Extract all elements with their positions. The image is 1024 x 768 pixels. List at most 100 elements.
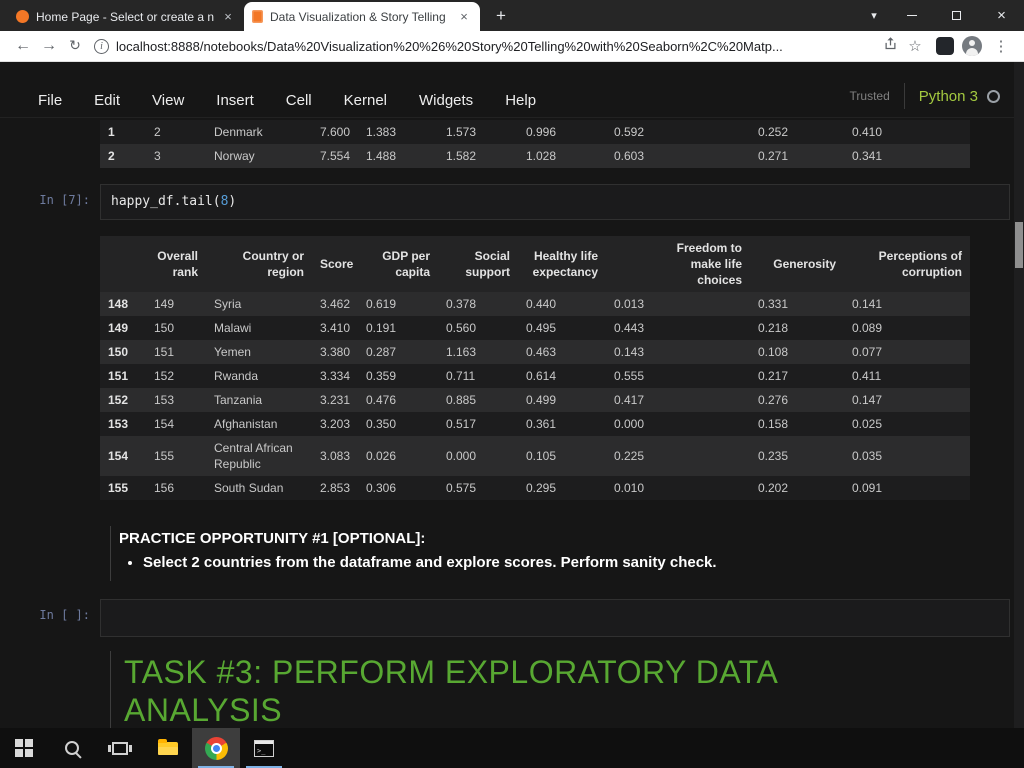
folder-icon xyxy=(158,738,178,755)
table-cell: 151 xyxy=(154,345,175,359)
table-cell: 154 xyxy=(154,417,175,431)
table-cell: 1.163 xyxy=(446,345,477,359)
start-button[interactable] xyxy=(0,728,48,768)
menu-kernel[interactable]: Kernel xyxy=(344,92,387,109)
table-cell: 2.853 xyxy=(320,481,351,495)
table-cell: 0.996 xyxy=(526,125,557,139)
new-tab-button[interactable] xyxy=(488,3,514,29)
reload-icon[interactable] xyxy=(62,37,88,55)
menu-view[interactable]: View xyxy=(152,92,184,109)
menu-help[interactable]: Help xyxy=(505,92,536,109)
output-area: Overall rank Country or region Score GDP pe… xyxy=(100,236,1024,500)
table-cell: 1.028 xyxy=(526,149,557,163)
table-row: 153 154 Afghanistan 3.203 0.350 0.517 0.361 0.0… xyxy=(100,412,970,436)
terminal-button[interactable] xyxy=(240,728,288,768)
table-cell: 0.108 xyxy=(758,345,789,359)
table-row: 150 151 Yemen 3.380 0.287 1.163 0.463 0.143 0.10… xyxy=(100,340,970,364)
table-header-label: Social support xyxy=(465,249,510,279)
browser-tab-home[interactable]: Home Page - Select or create a n xyxy=(8,2,244,31)
table-cell: Rwanda xyxy=(214,369,259,383)
scrollbar-thumb[interactable] xyxy=(1015,222,1023,268)
browser-menu-icon[interactable] xyxy=(988,37,1014,55)
table-cell: 0.089 xyxy=(852,321,883,335)
table-header-cell: Perceptions of corruption xyxy=(844,236,970,292)
table-cell: 0.417 xyxy=(614,393,645,407)
table-cell: 0.235 xyxy=(758,449,789,463)
tab-title: Home Page - Select or create a n xyxy=(36,9,215,24)
table-cell: 0.410 xyxy=(852,125,883,139)
page-info-icon[interactable] xyxy=(94,38,109,54)
table-index-cell: 149 xyxy=(108,321,129,335)
table-cell: 3.462 xyxy=(320,297,351,311)
menu-file[interactable]: File xyxy=(38,92,62,109)
desktop: Home Page - Select or create a n Data Vi… xyxy=(0,0,1024,768)
file-explorer-button[interactable] xyxy=(144,728,192,768)
table-cell: 1.573 xyxy=(446,125,477,139)
table-cell: 3.334 xyxy=(320,369,351,383)
table-cell: 0.225 xyxy=(614,449,645,463)
table-header-label: GDP per capita xyxy=(382,249,430,279)
chrome-button[interactable] xyxy=(192,728,240,768)
window-maximize-button[interactable] xyxy=(934,0,979,31)
task-view-button[interactable] xyxy=(96,728,144,768)
table-index-cell: 2 xyxy=(108,149,115,163)
table-row: 2 3 Norway 7.554 1.488 1.582 1.028 0.603 0.271 0.… xyxy=(100,144,970,168)
menu-insert[interactable]: Insert xyxy=(216,92,254,109)
menu-edit[interactable]: Edit xyxy=(94,92,120,109)
menu-cell[interactable]: Cell xyxy=(286,92,312,109)
table-cell: Syria xyxy=(214,297,242,311)
search-button[interactable] xyxy=(48,728,96,768)
search-icon xyxy=(63,739,82,758)
back-icon[interactable] xyxy=(10,37,36,55)
profile-avatar[interactable] xyxy=(962,36,982,56)
extension-icon[interactable] xyxy=(936,37,954,55)
table-cell: 3 xyxy=(154,149,161,163)
table-cell: 7.600 xyxy=(320,125,351,139)
table-header-label: Score xyxy=(320,257,354,271)
table-cell: Tanzania xyxy=(214,393,263,407)
table-row: 1 2 Denmark 7.600 1.383 1.573 0.996 0.592 0.252 0… xyxy=(100,120,970,144)
share-icon[interactable] xyxy=(878,36,902,56)
forward-icon[interactable] xyxy=(36,37,62,55)
table-cell: 0.217 xyxy=(758,369,789,383)
table-cell: 150 xyxy=(154,321,175,335)
table-cell: 0.359 xyxy=(366,369,397,383)
table-cell: 0.077 xyxy=(852,345,883,359)
menu-widgets[interactable]: Widgets xyxy=(419,92,473,109)
table-cell: 0.010 xyxy=(614,481,645,495)
empty-code-input[interactable] xyxy=(100,599,1010,637)
table-cell: 0.575 xyxy=(446,481,477,495)
table-cell: 0.000 xyxy=(614,417,645,431)
tab-search-chevron-icon[interactable] xyxy=(859,9,889,22)
table-cell: 0.191 xyxy=(366,321,397,335)
table-header-cell: Social support xyxy=(438,236,518,292)
table-header-label: Generosity xyxy=(773,257,836,271)
window-minimize-button[interactable] xyxy=(889,0,934,31)
table-cell: 155 xyxy=(154,449,175,463)
jupyter-notebook: File Edit View Insert Cell Kernel Widget… xyxy=(0,62,1024,728)
table-cell: Denmark xyxy=(214,125,263,139)
table-cell: 0.000 xyxy=(446,449,477,463)
table-cell: 3.231 xyxy=(320,393,351,407)
bookmark-star-icon[interactable] xyxy=(902,37,928,55)
table-index-cell: 151 xyxy=(108,369,129,383)
table-cell: 0.560 xyxy=(446,321,477,335)
table-cell: 0.218 xyxy=(758,321,789,335)
scrollbar[interactable] xyxy=(1014,62,1024,728)
table-cell: 0.443 xyxy=(614,321,645,335)
url-bar[interactable]: localhost:8888/notebooks/Data%20Visualiz… xyxy=(116,39,878,54)
task-view-icon xyxy=(108,741,132,755)
table-header-cell: Healthy life expectancy xyxy=(518,236,606,292)
table-cell: 0.592 xyxy=(614,125,645,139)
jupyter-logo-icon xyxy=(16,10,29,23)
dataframe-table-partial: 1 2 Denmark 7.600 1.383 1.573 0.996 0.592 0.252 0… xyxy=(100,120,970,168)
tab-close-icon[interactable] xyxy=(456,9,472,25)
code-input[interactable]: happy_df.tail(8) xyxy=(100,184,1010,220)
tab-close-icon[interactable] xyxy=(220,9,236,25)
window-close-button[interactable] xyxy=(979,0,1024,31)
table-cell: 0.141 xyxy=(852,297,883,311)
kernel-status-icon xyxy=(987,89,1000,103)
table-header-cell: Country or region xyxy=(206,236,312,292)
browser-tab-notebook[interactable]: Data Visualization & Story Telling xyxy=(244,2,480,31)
table-cell: 0.143 xyxy=(614,345,645,359)
